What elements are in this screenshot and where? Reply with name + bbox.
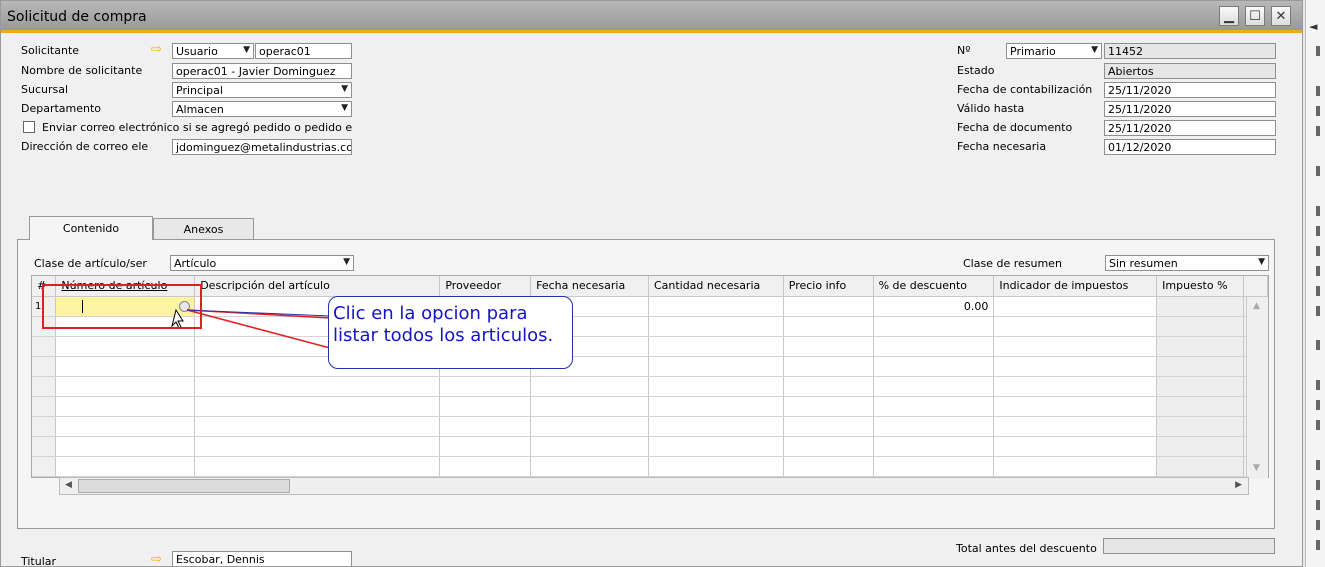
fecha-nec-field[interactable]: 01/12/2020 — [1104, 139, 1276, 155]
scroll-thumb[interactable] — [78, 479, 290, 493]
resumen-label: Clase de resumen — [963, 257, 1062, 270]
sucursal-label: Sucursal — [21, 83, 69, 96]
title-bar[interactable]: Solicitud de compra ▁ ☐ ✕ — [1, 1, 1302, 33]
valido-label: Válido hasta — [957, 102, 1025, 115]
sucursal-select[interactable]: Principal — [172, 82, 352, 98]
titular-field[interactable]: Escobar, Dennis — [172, 551, 352, 566]
callout-line-2: listar todos los articulos. — [333, 325, 554, 346]
doc-number-field[interactable]: 11452 — [1104, 43, 1276, 59]
col-header-tax-code[interactable]: Indicador de impuestos — [993, 276, 1158, 297]
table-row[interactable] — [32, 316, 1268, 337]
discount-cell[interactable]: 0.00 — [873, 296, 995, 317]
window-title: Solicitud de compra — [7, 9, 147, 25]
info-price-cell[interactable] — [783, 296, 874, 317]
col-header-info-price[interactable]: Precio info — [783, 276, 874, 297]
tab-anexos[interactable]: Anexos — [153, 218, 254, 240]
email-label: Dirección de correo ele — [21, 140, 149, 153]
nombre-field[interactable]: operac01 - Javier Dominguez — [172, 63, 352, 79]
solicitante-type-select[interactable]: Usuario — [172, 43, 254, 59]
col-header-required-date[interactable]: Fecha necesaria — [530, 276, 649, 297]
col-header-tax-pct[interactable]: Impuesto % — [1156, 276, 1245, 297]
solicitante-code-field[interactable]: operac01 — [255, 43, 352, 59]
total-label: Total antes del descuento — [956, 542, 1097, 555]
valido-field[interactable]: 25/11/2020 — [1104, 101, 1276, 117]
departamento-select[interactable]: Almacen — [172, 101, 352, 117]
required-qty-cell[interactable] — [648, 296, 784, 317]
callout-line-1: Clic en la opcion para — [333, 303, 528, 324]
scroll-down-icon[interactable]: ▼ — [1253, 463, 1260, 473]
col-header-discount[interactable]: % de descuento — [873, 276, 995, 297]
col-header-description[interactable]: Descripción del artículo — [194, 276, 441, 297]
table-row[interactable] — [32, 336, 1268, 357]
email-notify-label: Enviar correo electrónico si se agregó p… — [42, 121, 353, 134]
grid-header-row: # Número de artículo Descripción del art… — [32, 276, 1268, 297]
maximize-button[interactable]: ☐ — [1245, 6, 1265, 26]
items-grid: # Número de artículo Descripción del art… — [31, 275, 1269, 479]
side-panel-strip: ◄ — [1305, 0, 1325, 567]
doc-number-label: Nº — [957, 44, 971, 57]
table-row[interactable] — [32, 436, 1268, 457]
grid-horizontal-scrollbar[interactable]: ◀ ▶ — [59, 477, 1249, 495]
fecha-doc-label: Fecha de documento — [957, 121, 1073, 134]
table-row[interactable] — [32, 356, 1268, 377]
table-row[interactable] — [32, 396, 1268, 417]
total-field[interactable] — [1103, 538, 1275, 554]
table-row[interactable] — [32, 416, 1268, 437]
grid-vertical-scrollbar[interactable]: ▲ ▼ — [1246, 297, 1268, 479]
col-header-supplier[interactable]: Proveedor — [439, 276, 532, 297]
departamento-label: Departamento — [21, 102, 102, 115]
link-arrow-icon[interactable]: ⇨ — [151, 43, 162, 56]
highlight-box — [42, 284, 202, 329]
table-row[interactable] — [32, 376, 1268, 397]
fecha-doc-field[interactable]: 25/11/2020 — [1104, 120, 1276, 136]
close-icon: ✕ — [1275, 8, 1287, 24]
titular-link-arrow-icon[interactable]: ⇨ — [151, 553, 162, 566]
clase-label: Clase de artículo/ser — [34, 257, 147, 270]
solicitante-label: Solicitante — [21, 44, 80, 57]
scroll-left-icon[interactable]: ◀ — [65, 480, 72, 490]
scroll-right-icon[interactable]: ▶ — [1235, 480, 1242, 490]
tax-code-cell[interactable] — [993, 296, 1158, 317]
items-table: # Número de artículo Descripción del art… — [32, 276, 1268, 477]
fecha-nec-label: Fecha necesaria — [957, 140, 1047, 153]
tab-contenido[interactable]: Contenido — [29, 216, 153, 240]
clase-select[interactable]: Artículo — [170, 255, 354, 271]
titular-label: Titular — [21, 555, 57, 567]
fecha-contab-field[interactable]: 25/11/2020 — [1104, 82, 1276, 98]
table-row[interactable]: 1 0.00 — [32, 296, 1268, 317]
table-row[interactable] — [32, 456, 1268, 477]
estado-label: Estado — [957, 64, 995, 77]
tax-pct-cell[interactable] — [1156, 296, 1245, 317]
fecha-contab-label: Fecha de contabilización — [957, 83, 1093, 96]
email-notify-checkbox[interactable] — [23, 121, 35, 133]
collapse-arrow-icon[interactable]: ◄ — [1309, 20, 1317, 33]
series-select[interactable]: Primario — [1006, 43, 1102, 59]
resumen-select[interactable]: Sin resumen — [1105, 255, 1269, 271]
nombre-label: Nombre de solicitante — [21, 64, 143, 77]
minimize-icon: ▁ — [1224, 8, 1234, 24]
email-field[interactable]: jdominguez@metalindustrias.co — [172, 139, 352, 155]
estado-field[interactable]: Abiertos — [1104, 63, 1276, 79]
callout-box: Clic en la opcion para listar todos los … — [328, 296, 573, 369]
col-header-spacer — [1243, 276, 1268, 297]
scroll-up-icon[interactable]: ▲ — [1253, 301, 1260, 311]
maximize-icon: ☐ — [1249, 8, 1261, 24]
minimize-button[interactable]: ▁ — [1219, 6, 1239, 26]
col-header-required-qty[interactable]: Cantidad necesaria — [648, 276, 784, 297]
close-button[interactable]: ✕ — [1271, 6, 1291, 26]
